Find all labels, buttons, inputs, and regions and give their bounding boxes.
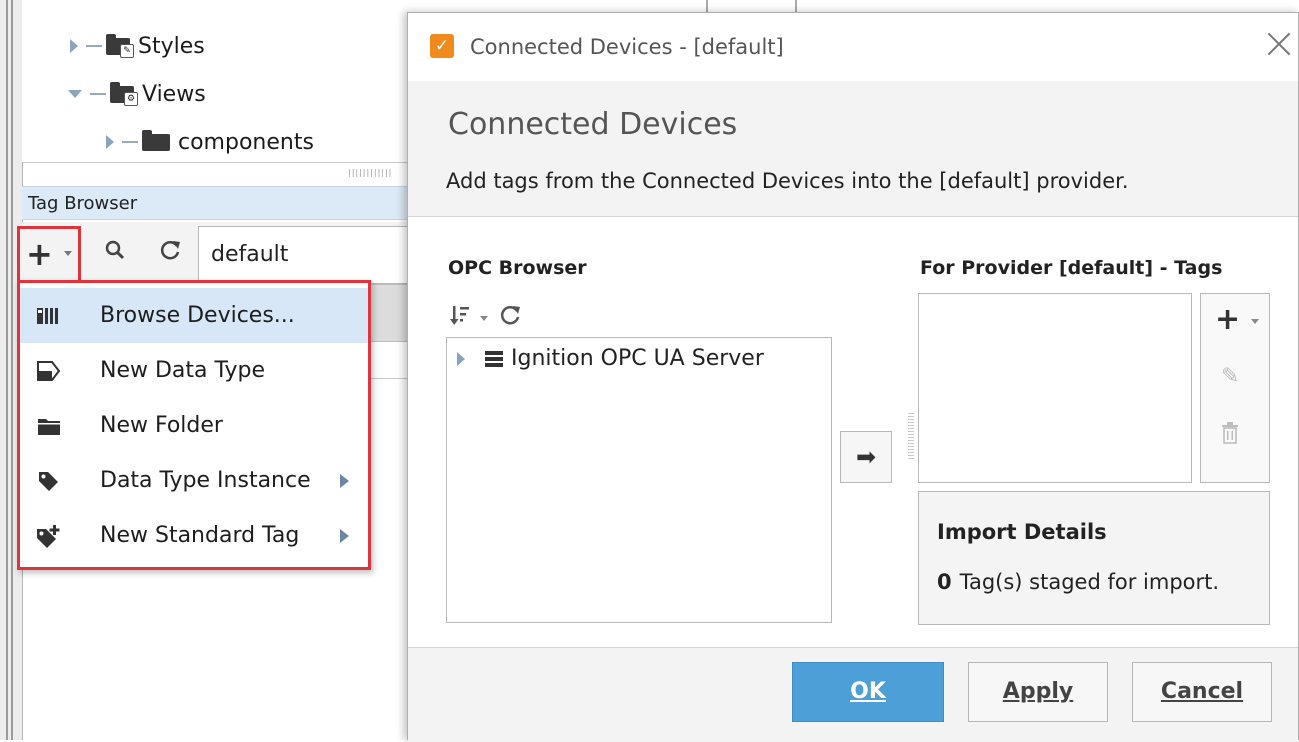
refresh-icon[interactable]	[498, 303, 522, 333]
refresh-icon[interactable]	[158, 238, 182, 268]
trash-icon[interactable]	[1221, 422, 1239, 450]
tree-item-label: Views	[142, 81, 206, 107]
import-status: 0 Tag(s) staged for import.	[937, 570, 1219, 594]
menu-item-new-data-type[interactable]: New Data Type	[20, 343, 368, 398]
window-title: Connected Devices - [default]	[470, 35, 784, 59]
expand-arrow-icon[interactable]	[457, 351, 465, 366]
tree-connector	[86, 45, 102, 47]
cancel-button[interactable]: Cancel	[1132, 662, 1272, 722]
tree-item-label: Styles	[138, 33, 205, 59]
staged-count: 0	[937, 570, 952, 594]
tree-connector	[122, 141, 138, 143]
tree-connector	[90, 93, 106, 95]
dialog-description: Add tags from the Connected Devices into…	[446, 169, 1129, 193]
arrow-right-icon: ➡	[855, 443, 877, 471]
data-type-icon	[36, 358, 62, 384]
server-icon	[485, 350, 503, 367]
styles-folder-icon: ✎	[106, 33, 134, 58]
add-tag-button[interactable]: +	[17, 226, 81, 284]
chevron-down-icon[interactable]	[1251, 319, 1259, 324]
tag-browser-header: Tag Browser	[22, 186, 417, 220]
chevron-down-icon	[64, 251, 72, 256]
close-icon[interactable]	[1266, 31, 1292, 57]
import-details-panel: Import Details 0 Tag(s) staged for import…	[918, 491, 1270, 625]
submenu-arrow-icon	[340, 474, 349, 488]
opc-browser-label: OPC Browser	[448, 257, 587, 279]
expand-arrow-icon[interactable]	[70, 39, 78, 53]
dialog-header: Connected Devices Add tags from the Conn…	[408, 81, 1298, 217]
folder-icon	[142, 129, 170, 151]
import-details-title: Import Details	[937, 520, 1107, 544]
splitter-handle[interactable]	[908, 413, 914, 461]
expand-arrow-icon[interactable]	[106, 135, 114, 149]
dialog-body: OPC Browser Ignition OPC UA Server ➡ For…	[408, 217, 1298, 647]
dialog-title-bar[interactable]: ✓ Connected Devices - [default]	[408, 13, 1298, 81]
menu-item-new-standard-tag[interactable]: New Standard Tag	[20, 508, 368, 563]
apply-button[interactable]: Apply	[968, 662, 1108, 722]
submenu-arrow-icon	[340, 529, 349, 543]
browse-devices-icon	[36, 303, 62, 329]
tags-label: For Provider [default] - Tags	[920, 257, 1223, 279]
provider-tags-tree[interactable]	[918, 293, 1192, 483]
sort-icon[interactable]	[450, 304, 470, 332]
add-icon[interactable]: +	[1215, 304, 1240, 336]
menu-item-data-type-instance[interactable]: Data Type Instance	[20, 453, 368, 508]
plus-icon: +	[26, 235, 53, 273]
tag-instance-icon	[36, 468, 62, 494]
resize-handle[interactable]	[706, 0, 708, 12]
tree-item-views[interactable]: ⚙ Views	[68, 76, 206, 112]
splitter-handle[interactable]: ||||||||||||	[348, 168, 398, 177]
menu-item-label: New Folder	[100, 413, 223, 438]
dialog-footer: OK Apply Cancel	[408, 647, 1298, 742]
opc-server-label: Ignition OPC UA Server	[511, 346, 764, 371]
edit-icon[interactable]: ✎	[1221, 364, 1239, 389]
connected-devices-dialog: ✓ Connected Devices - [default] Connecte…	[407, 12, 1299, 742]
app-logo-icon: ✓	[430, 34, 454, 58]
opc-toolbar	[450, 303, 522, 333]
tag-add-icon	[36, 523, 62, 549]
tree-item-label: components	[178, 129, 314, 155]
ok-button[interactable]: OK	[792, 662, 944, 722]
grip-line	[11, 0, 13, 740]
opc-tree[interactable]: Ignition OPC UA Server	[446, 337, 832, 623]
menu-item-new-folder[interactable]: New Folder	[20, 398, 368, 453]
project-tree: ✎ Styles ⚙ Views components	[22, 0, 417, 163]
menu-item-label: New Data Type	[100, 358, 266, 383]
add-selected-button[interactable]: ➡	[840, 431, 892, 483]
views-folder-icon: ⚙	[110, 81, 138, 106]
grip-line	[6, 0, 8, 740]
menu-item-label: New Standard Tag	[100, 523, 300, 548]
chevron-down-icon[interactable]	[480, 315, 488, 321]
tag-tools-panel: + ✎	[1200, 293, 1270, 483]
resize-handle[interactable]	[795, 0, 797, 12]
provider-select[interactable]: default	[198, 226, 418, 284]
opc-server-node[interactable]: Ignition OPC UA Server	[457, 346, 764, 371]
tree-item-components[interactable]: components	[106, 124, 314, 160]
menu-item-label: Data Type Instance	[100, 468, 311, 493]
folder-icon	[36, 413, 62, 439]
dialog-heading: Connected Devices	[448, 107, 738, 142]
staged-text: Tag(s) staged for import.	[959, 570, 1220, 594]
menu-item-label: Browse Devices...	[100, 303, 295, 328]
menu-item-browse-devices[interactable]: Browse Devices...	[20, 288, 368, 343]
collapse-arrow-icon[interactable]	[68, 90, 82, 98]
search-icon[interactable]	[104, 238, 126, 268]
tree-item-styles[interactable]: ✎ Styles	[70, 28, 205, 64]
add-tag-menu: Browse Devices... New Data Type New Fold…	[17, 280, 371, 570]
